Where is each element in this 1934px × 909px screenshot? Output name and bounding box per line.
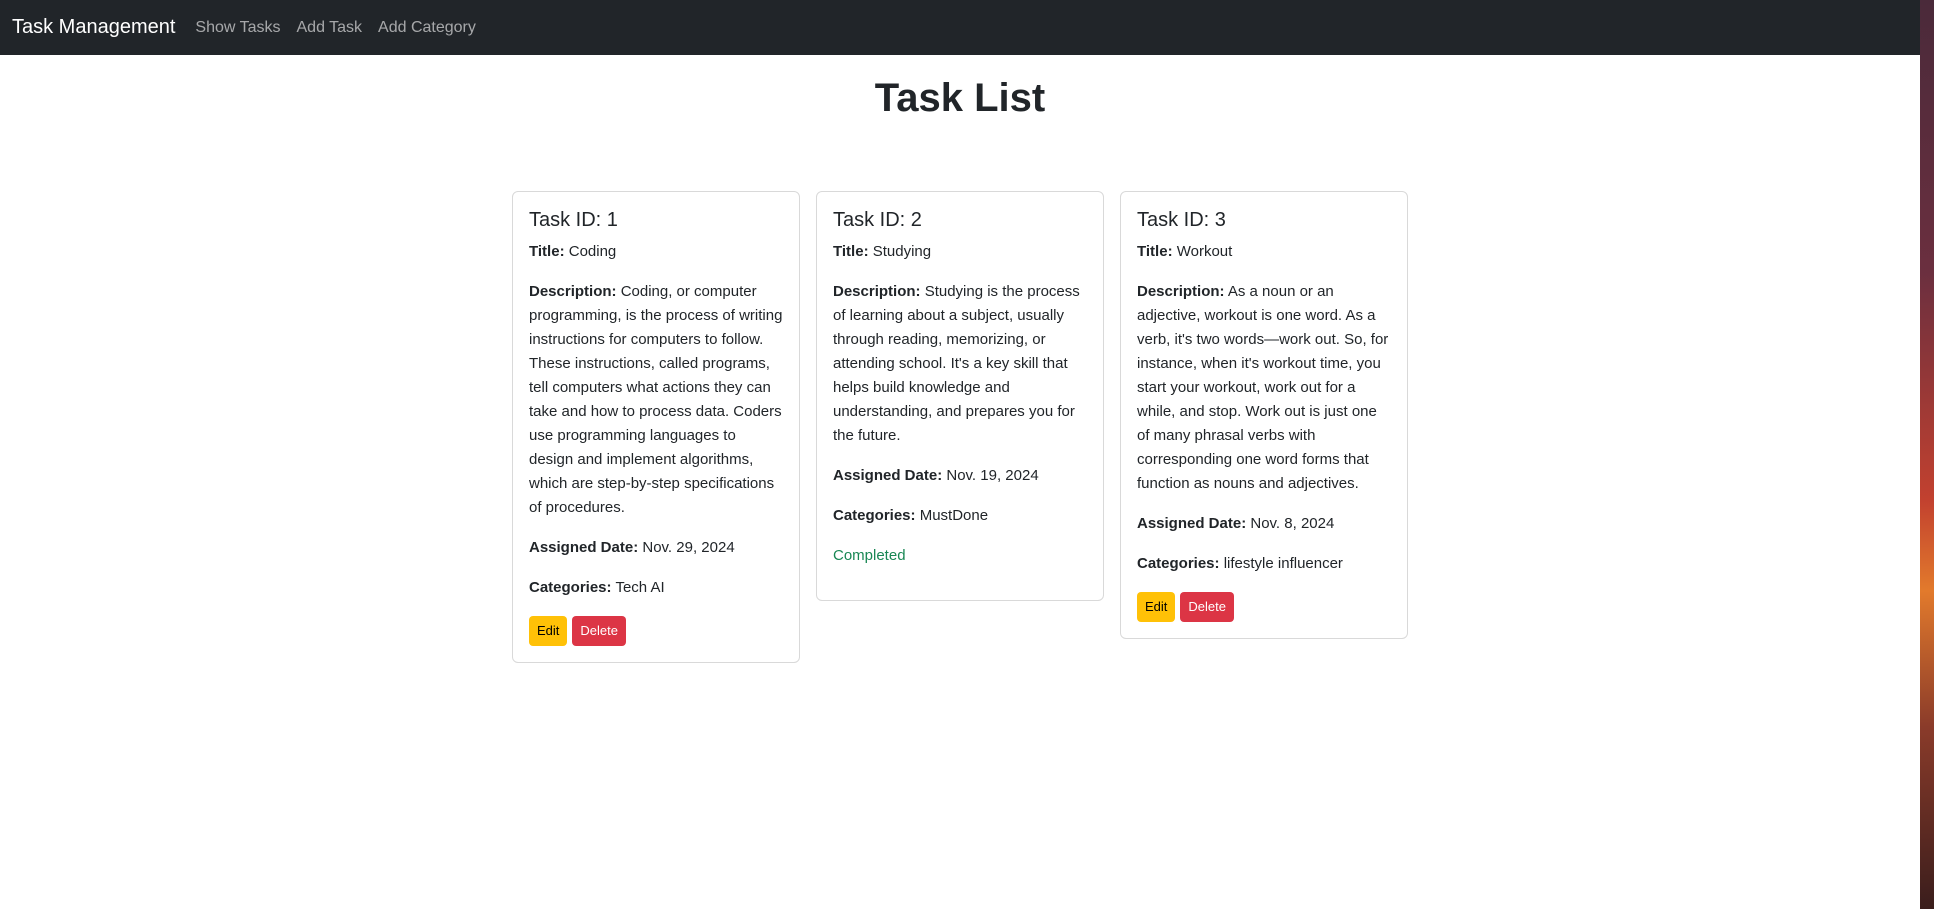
navbar: Task Management Show Tasks Add Task Add … xyxy=(0,0,1920,55)
task-categories-label: Categories: xyxy=(529,579,612,596)
task-title-field: Title: Coding xyxy=(529,240,783,264)
task-assigned-date-value: Nov. 29, 2024 xyxy=(642,539,735,556)
task-assigned-date-field: Assigned Date: Nov. 19, 2024 xyxy=(833,464,1087,488)
task-assigned-date-field: Assigned Date: Nov. 8, 2024 xyxy=(1137,512,1391,536)
task-categories-field: Categories: MustDone xyxy=(833,504,1087,528)
task-categories-value: lifestyle influencer xyxy=(1223,555,1343,572)
nav-link-add-category[interactable]: Add Category xyxy=(370,19,484,37)
task-description-label: Description: xyxy=(529,283,617,300)
task-assigned-date-label: Assigned Date: xyxy=(529,539,639,556)
task-card-heading: Task ID: 2 xyxy=(833,209,922,231)
delete-button[interactable]: Delete xyxy=(572,616,626,646)
task-categories-field: Categories: Tech AI xyxy=(529,576,783,600)
task-card-1: Task ID: 1 Title: Coding Description: Co… xyxy=(512,191,800,663)
edit-button[interactable]: Edit xyxy=(529,616,568,646)
task-title-value: Workout xyxy=(1176,243,1233,260)
edit-button[interactable]: Edit xyxy=(1137,592,1176,622)
task-status-completed: Completed xyxy=(833,547,906,564)
task-categories-value: Tech AI xyxy=(615,579,665,596)
task-card-heading: Task ID: 3 xyxy=(1137,209,1226,231)
task-title-label: Title: xyxy=(529,243,565,260)
task-description-field: Description: Studying is the process of … xyxy=(833,280,1087,448)
page-title: Task List xyxy=(874,76,1046,120)
desktop-background-strip xyxy=(1920,0,1934,909)
nav-link-show-tasks[interactable]: Show Tasks xyxy=(187,19,288,37)
task-cards: Task ID: 1 Title: Coding Description: Co… xyxy=(512,191,1408,663)
nav-links: Show Tasks Add Task Add Category xyxy=(187,19,483,37)
task-card-2: Task ID: 2 Title: Studying Description: … xyxy=(816,191,1104,601)
delete-button[interactable]: Delete xyxy=(1180,592,1234,622)
task-card-3: Task ID: 3 Title: Workout Description: A… xyxy=(1120,191,1408,639)
task-categories-field: Categories: lifestyle influencer xyxy=(1137,552,1391,576)
task-description-label: Description: xyxy=(833,283,921,300)
task-title-label: Title: xyxy=(1137,243,1173,260)
task-assigned-date-field: Assigned Date: Nov. 29, 2024 xyxy=(529,536,783,560)
task-title-field: Title: Studying xyxy=(833,240,1087,264)
task-assigned-date-value: Nov. 8, 2024 xyxy=(1250,515,1335,532)
task-description-field: Description: As a noun or an adjective, … xyxy=(1137,280,1391,496)
task-description-label: Description: xyxy=(1137,283,1225,300)
task-title-label: Title: xyxy=(833,243,869,260)
task-description-value: Coding, or computer programming, is the … xyxy=(529,283,783,516)
page: Task Management Show Tasks Add Task Add … xyxy=(0,0,1934,909)
main-area: Task Management Show Tasks Add Task Add … xyxy=(0,0,1920,909)
task-description-field: Description: Coding, or computer program… xyxy=(529,280,783,520)
task-categories-value: MustDone xyxy=(919,507,989,524)
nav-link-add-task[interactable]: Add Task xyxy=(289,19,371,37)
task-card-heading: Task ID: 1 xyxy=(529,209,618,231)
task-categories-label: Categories: xyxy=(833,507,916,524)
task-actions: Edit Delete xyxy=(1137,592,1391,622)
task-categories-label: Categories: xyxy=(1137,555,1220,572)
task-assigned-date-value: Nov. 19, 2024 xyxy=(946,467,1039,484)
task-title-value: Studying xyxy=(872,243,932,260)
task-assigned-date-label: Assigned Date: xyxy=(1137,515,1247,532)
task-actions: Edit Delete xyxy=(529,616,783,646)
task-title-field: Title: Workout xyxy=(1137,240,1391,264)
task-description-value: Studying is the process of learning abou… xyxy=(833,283,1080,444)
task-description-value: As a noun or an adjective, workout is on… xyxy=(1137,283,1389,492)
navbar-brand[interactable]: Task Management xyxy=(12,16,175,39)
task-title-value: Coding xyxy=(568,243,617,260)
task-assigned-date-label: Assigned Date: xyxy=(833,467,943,484)
